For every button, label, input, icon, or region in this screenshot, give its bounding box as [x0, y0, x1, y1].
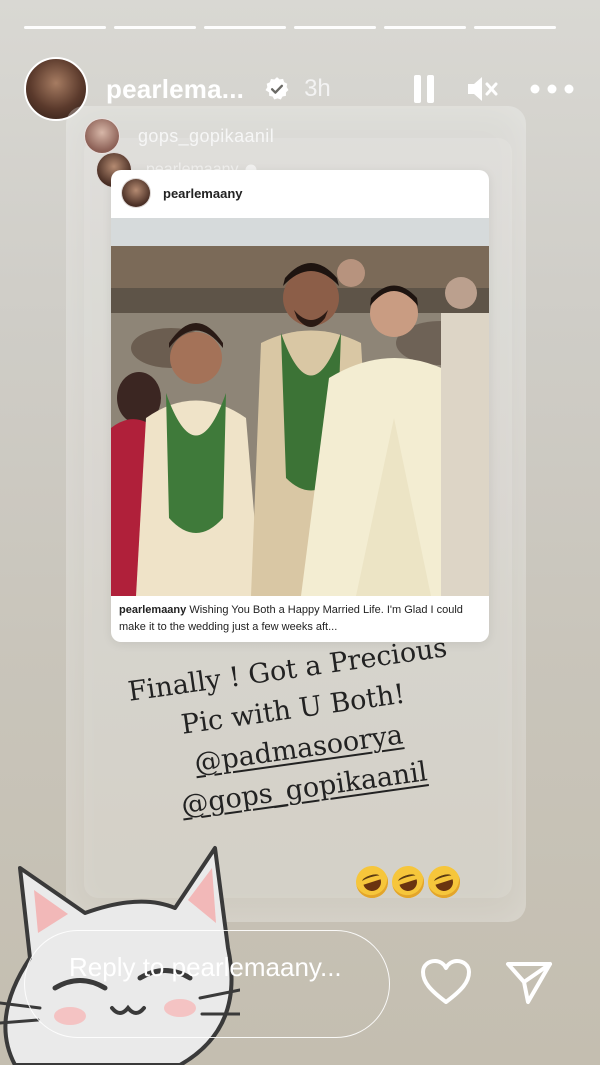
progress-segment	[384, 26, 466, 29]
rofl-emoji-icon	[387, 861, 429, 903]
laughing-emojis	[351, 861, 465, 903]
reshare-author-gops[interactable]: gops_gopikaanil	[84, 118, 274, 154]
post-username: pearlemaany	[163, 185, 243, 201]
shared-post-card[interactable]: pearlemaany pearlemaany Wishing You Both…	[111, 170, 489, 642]
progress-segment	[204, 26, 286, 29]
progress-segment	[294, 26, 376, 29]
send-icon[interactable]	[504, 958, 554, 1006]
rofl-emoji-icon	[423, 861, 465, 903]
caption-username[interactable]: pearlemaany	[119, 604, 186, 616]
reply-placeholder: Reply to pearlemaany...	[69, 952, 342, 982]
wedding-photo	[111, 218, 489, 596]
avatar	[121, 178, 151, 208]
reshare-username: gops_gopikaanil	[138, 125, 275, 146]
mute-icon[interactable]	[466, 74, 500, 104]
post-header: pearlemaany	[111, 170, 489, 216]
pause-icon[interactable]	[412, 73, 436, 105]
progress-segment	[24, 26, 106, 29]
verified-icon	[265, 77, 289, 100]
reply-input[interactable]: Reply to pearlemaany...	[24, 930, 390, 1038]
story-progress	[24, 26, 556, 29]
progress-segment	[474, 26, 556, 29]
heart-icon[interactable]	[420, 958, 472, 1006]
rofl-emoji-icon	[351, 861, 393, 903]
more-icon[interactable]	[530, 84, 574, 94]
avatar	[84, 118, 120, 154]
story-time: 3h	[304, 75, 331, 102]
story-username[interactable]: pearlema...	[106, 74, 244, 105]
progress-segment	[114, 26, 196, 29]
